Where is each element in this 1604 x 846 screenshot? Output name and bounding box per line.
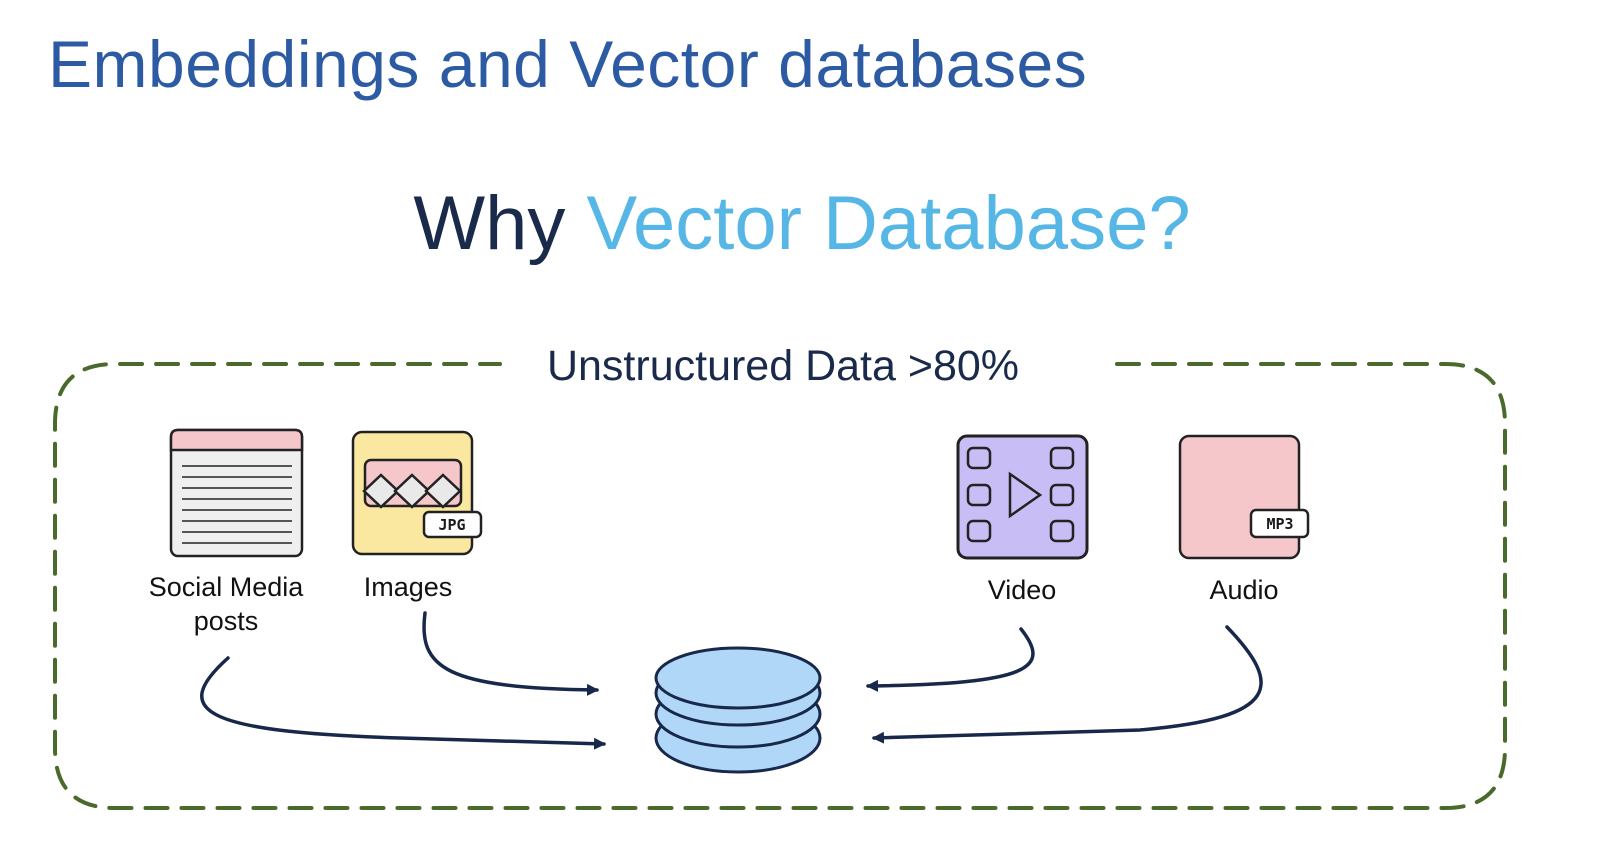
- document-icon: [169, 428, 304, 558]
- unstructured-data-diagram: Unstructured Data >80% Social Media post…: [53, 342, 1507, 810]
- label-images: Images: [364, 572, 453, 602]
- database-icon: [654, 646, 822, 774]
- group-label: Unstructured Data >80%: [547, 342, 1019, 390]
- arrow-video-to-database: [866, 627, 1035, 692]
- audio-file-icon: [1178, 434, 1301, 560]
- svg-text:MP3: MP3: [1266, 515, 1293, 533]
- mp3-badge: MP3: [1249, 508, 1310, 539]
- label-video: Video: [988, 575, 1057, 605]
- svg-text:JPG: JPG: [438, 516, 465, 534]
- label-social-media-line2: posts: [194, 606, 259, 636]
- jpg-badge: JPG: [422, 510, 483, 539]
- film-strip-icon: [956, 434, 1089, 560]
- label-audio: Audio: [1209, 575, 1278, 605]
- arrow-images-to-database: [422, 611, 599, 696]
- arrow-social-to-database: [200, 656, 606, 750]
- label-social-media-line1: Social Media: [149, 572, 305, 602]
